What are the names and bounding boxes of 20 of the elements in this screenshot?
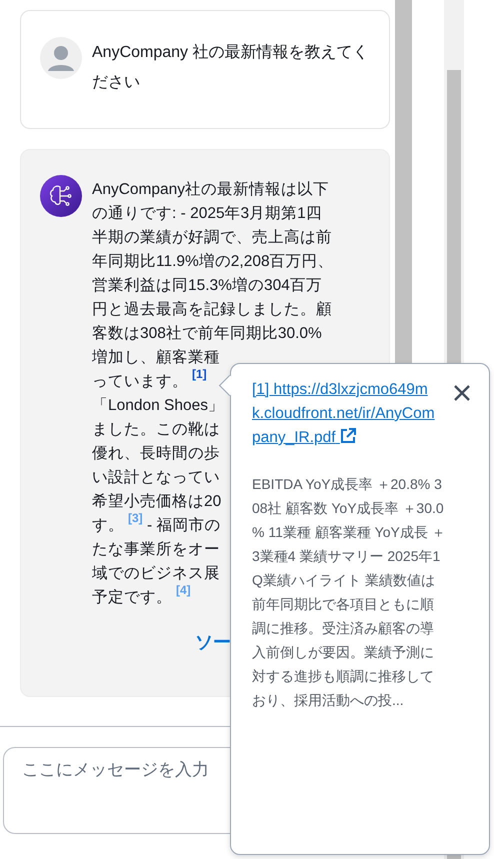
message-line: っています。 $^{[1]}$ bbox=[92, 370, 207, 392]
message-line: 域でのビジネス展 bbox=[92, 564, 220, 584]
message-line: 円と過去最高を記録しました。顧 bbox=[92, 300, 332, 320]
message-line: 半期の業績が好調で、売上高は前 bbox=[92, 228, 332, 248]
message-line: 営業利益は同15.3%増の304百万 bbox=[92, 276, 322, 296]
message-line: 予定です。 $^{[4]}$ bbox=[92, 586, 191, 608]
message-line: ました。この靴は bbox=[92, 420, 220, 440]
message-line: 優れ、長時間の歩 bbox=[92, 444, 220, 464]
message-line: たな事業所をオー bbox=[92, 540, 220, 560]
message-line: 希望小売価格は20 bbox=[92, 492, 222, 512]
message-line: AnyCompany社の最新情報は以下 bbox=[92, 180, 330, 200]
message-line: い設計となってい bbox=[92, 468, 220, 488]
message-line: 「London Shoes」 bbox=[92, 396, 224, 416]
message-line: 増加し、顧客業種 bbox=[92, 348, 220, 368]
message-line: 客数は308社で前年同期比30.0% bbox=[92, 324, 322, 344]
message-text: AnyCompany 社の最新情報を教えてください bbox=[92, 42, 370, 93]
message-line: 年同期比11.9%増の2,208百万円、 bbox=[92, 252, 334, 272]
source-excerpt: EBITDA YoY成長率 ＋20.8% 308社 顧客数 YoY成長率 ＋30.0% 11業種 顧客業種 YoY成長 ＋3業種4 業績サマリー 2025年1Q業績ハイライト 業績数値は前年同期比で各項目ともに順調に推移。受注済み顧客の導入前倒しが要因。業績予測に対する進捗も順調に推移しており、採用活動への投... bbox=[252, 475, 447, 710]
message-line: の通りです: - 2025年3月期第1四 bbox=[92, 204, 322, 224]
message-line: す。 $^{[3]}$ - 福岡市の bbox=[92, 514, 220, 536]
